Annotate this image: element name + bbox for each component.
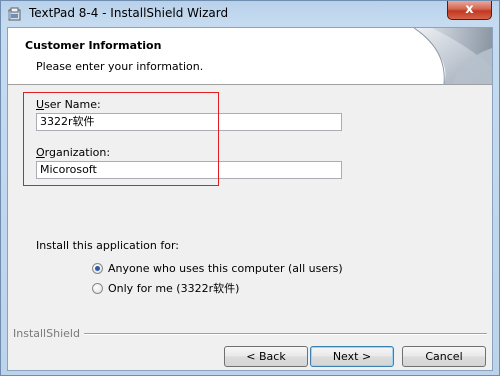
title-bar[interactable]: TextPad 8-4 - InstallShield Wizard x <box>1 1 499 27</box>
installer-icon <box>8 7 21 21</box>
radio-button-unchecked[interactable] <box>92 282 103 294</box>
back-button[interactable]: < Back <box>224 346 308 367</box>
brand-divider <box>13 333 487 335</box>
radio-only-me-label[interactable]: Only for me (3322r软件) <box>108 280 239 296</box>
radio-button-checked[interactable] <box>92 262 103 274</box>
page-subtitle: Please enter your information. <box>36 60 204 73</box>
brand-label: InstallShield <box>13 327 84 340</box>
highlight-annotation <box>23 92 219 186</box>
window-title: TextPad 8-4 - InstallShield Wizard <box>29 6 229 20</box>
page-curl-art <box>413 28 492 84</box>
installshield-brand: InstallShield <box>13 327 487 340</box>
install-for-label: Install this application for: <box>36 239 179 252</box>
close-button[interactable]: x <box>447 1 492 20</box>
radio-all-users[interactable]: Anyone who uses this computer (all users… <box>92 261 343 275</box>
cancel-button[interactable]: Cancel <box>402 346 486 367</box>
wizard-body: Customer Information Please enter your i… <box>7 27 493 371</box>
page-title: Customer Information <box>25 39 162 52</box>
radio-only-me[interactable]: Only for me (3322r软件) <box>92 281 239 295</box>
next-button[interactable]: Next > <box>310 346 394 367</box>
wizard-header: Customer Information Please enter your i… <box>8 28 492 85</box>
radio-all-users-label[interactable]: Anyone who uses this computer (all users… <box>108 262 343 275</box>
installer-window: TextPad 8-4 - InstallShield Wizard x Cus… <box>0 0 500 376</box>
close-icon: x <box>465 2 474 17</box>
